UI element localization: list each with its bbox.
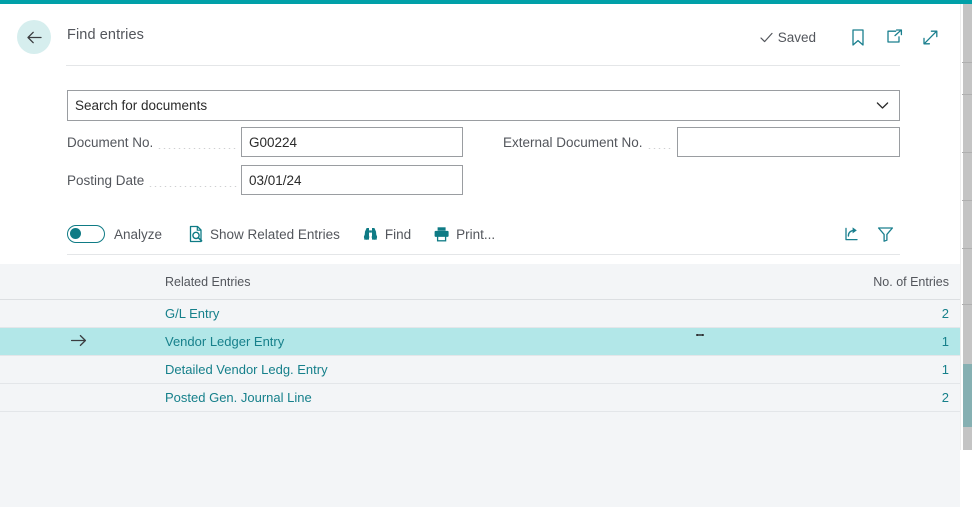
back-button[interactable] — [17, 20, 51, 54]
find-entries-page: Find entries Saved Search for documents … — [0, 0, 972, 507]
scrollbar-notch — [962, 248, 972, 249]
posting-date-field-row: Posting Date — [67, 165, 463, 195]
scrollbar-notch — [962, 152, 972, 153]
analyze-button[interactable]: Analyze — [114, 227, 162, 242]
document-no-field-row: Document No. — [67, 127, 463, 157]
analyze-label: Analyze — [114, 226, 163, 242]
row-entry-name[interactable]: Vendor Ledger Entry — [165, 334, 284, 349]
scrollbar-notch — [962, 62, 972, 63]
row-entry-name[interactable]: Posted Gen. Journal Line — [165, 390, 312, 405]
row-entry-name[interactable]: Detailed Vendor Ledg. Entry — [165, 362, 328, 377]
action-toolbar: Analyze Show Related Entries Find Print.… — [67, 216, 900, 252]
row-selected-arrow-icon — [70, 333, 88, 353]
document-no-label: Document No. — [67, 134, 154, 150]
row-entry-name[interactable]: G/L Entry — [165, 306, 219, 321]
find-label: Find — [384, 226, 412, 242]
open-in-new-window-button[interactable] — [878, 21, 910, 53]
saved-status: Saved — [759, 30, 816, 45]
search-dropdown-button[interactable] — [865, 101, 899, 110]
search-documents-box[interactable]: Search for documents — [67, 90, 900, 121]
expand-diagonal-icon — [922, 30, 937, 44]
scrollbar-notch — [962, 200, 972, 201]
row-entry-count: 2 — [941, 306, 949, 321]
grid-header-row: Related Entries No. of Entries — [0, 264, 960, 300]
table-row[interactable]: G/L Entry 2 — [0, 300, 960, 328]
table-row[interactable]: Vendor Ledger Entry 1 — [0, 328, 960, 356]
related-entries-grid: Related Entries No. of Entries G/L Entry… — [0, 264, 960, 507]
share-button[interactable] — [836, 220, 866, 248]
analyze-toggle-knob — [70, 228, 81, 239]
page-header: Find entries Saved — [0, 16, 960, 62]
search-input[interactable]: Search for documents — [68, 98, 865, 113]
show-related-entries-button[interactable]: Show Related Entries — [187, 225, 340, 243]
print-button[interactable]: Print... — [433, 226, 495, 242]
expand-button[interactable] — [914, 21, 946, 53]
find-button[interactable]: Find — [362, 226, 411, 242]
scrollbar-notch — [962, 94, 972, 95]
saved-label: Saved — [777, 29, 816, 45]
posting-date-input[interactable] — [241, 165, 463, 195]
print-label: Print... — [456, 226, 496, 242]
printer-icon — [433, 226, 450, 242]
filter-funnel-icon — [877, 227, 893, 242]
bookmark-icon — [852, 28, 864, 46]
vertical-scrollbar[interactable] — [960, 4, 972, 450]
external-document-no-label: External Document No. — [503, 134, 643, 150]
dot-leader — [157, 135, 237, 149]
chevron-down-icon — [876, 102, 888, 109]
scrollbar-notch — [962, 304, 972, 305]
back-arrow-icon — [26, 31, 42, 43]
table-row[interactable]: Posted Gen. Journal Line 2 — [0, 384, 960, 412]
open-new-window-icon — [886, 29, 902, 43]
check-icon — [760, 32, 773, 42]
page-title: Find entries — [67, 27, 144, 43]
row-entry-count: 2 — [941, 390, 949, 405]
dot-leader — [148, 173, 237, 187]
filter-button[interactable] — [870, 220, 900, 248]
row-entry-count: 1 — [941, 362, 949, 377]
analyze-toggle[interactable] — [67, 225, 105, 243]
external-document-no-field-row: External Document No. — [503, 127, 900, 157]
header-actions: Saved — [759, 16, 960, 58]
document-search-icon — [187, 225, 204, 243]
row-entry-count: 1 — [941, 334, 949, 349]
external-document-no-input[interactable] — [677, 127, 900, 157]
binoculars-icon — [362, 226, 379, 242]
show-related-entries-label: Show Related Entries — [210, 226, 340, 242]
bookmark-button[interactable] — [842, 21, 874, 53]
scrollbar-thumb[interactable] — [963, 364, 972, 427]
posting-date-label: Posting Date — [67, 172, 145, 188]
header-divider — [66, 65, 900, 66]
document-no-input[interactable] — [241, 127, 463, 157]
column-header-related-entries[interactable]: Related Entries — [165, 275, 250, 289]
share-icon — [844, 227, 858, 241]
toolbar-divider — [67, 254, 900, 255]
table-row[interactable]: Detailed Vendor Ledg. Entry 1 — [0, 356, 960, 384]
dot-leader — [646, 135, 673, 149]
column-header-no-of-entries[interactable]: No. of Entries — [873, 275, 949, 289]
row-more-options-icon[interactable] — [694, 332, 706, 338]
form-panel: Find entries Saved Search for documents … — [0, 4, 960, 262]
